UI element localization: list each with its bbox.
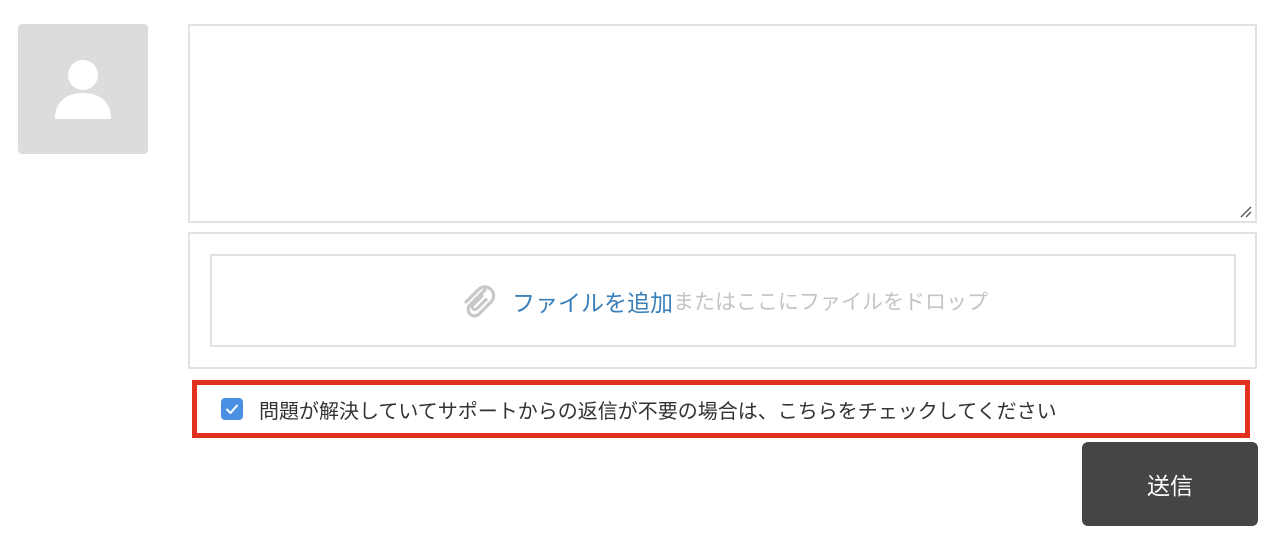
resize-handle-icon[interactable] bbox=[1238, 204, 1252, 218]
comment-textarea[interactable] bbox=[190, 26, 1255, 221]
paperclip-icon bbox=[458, 281, 498, 321]
send-button[interactable]: 送信 bbox=[1082, 442, 1258, 526]
add-file-link[interactable]: ファイルを追加 bbox=[512, 284, 673, 318]
resolved-checkbox-label[interactable]: 問題が解決していてサポートからの返信が不要の場合は、こちらをチェックしてください bbox=[259, 395, 1057, 424]
comment-box bbox=[188, 24, 1257, 223]
user-silhouette-icon bbox=[55, 60, 111, 119]
resolved-checkbox-row: 問題が解決していてサポートからの返信が不要の場合は、こちらをチェックしてください bbox=[192, 380, 1250, 438]
drop-hint: またはここにファイルをドロップ bbox=[673, 289, 988, 314]
resolved-checkbox[interactable] bbox=[221, 398, 243, 420]
attachment-area: ファイルを追加 またはここにファイルをドロップ bbox=[188, 232, 1257, 369]
file-drop-zone[interactable]: ファイルを追加 またはここにファイルをドロップ bbox=[210, 254, 1236, 347]
checkmark-icon bbox=[226, 404, 238, 414]
avatar bbox=[18, 24, 148, 154]
